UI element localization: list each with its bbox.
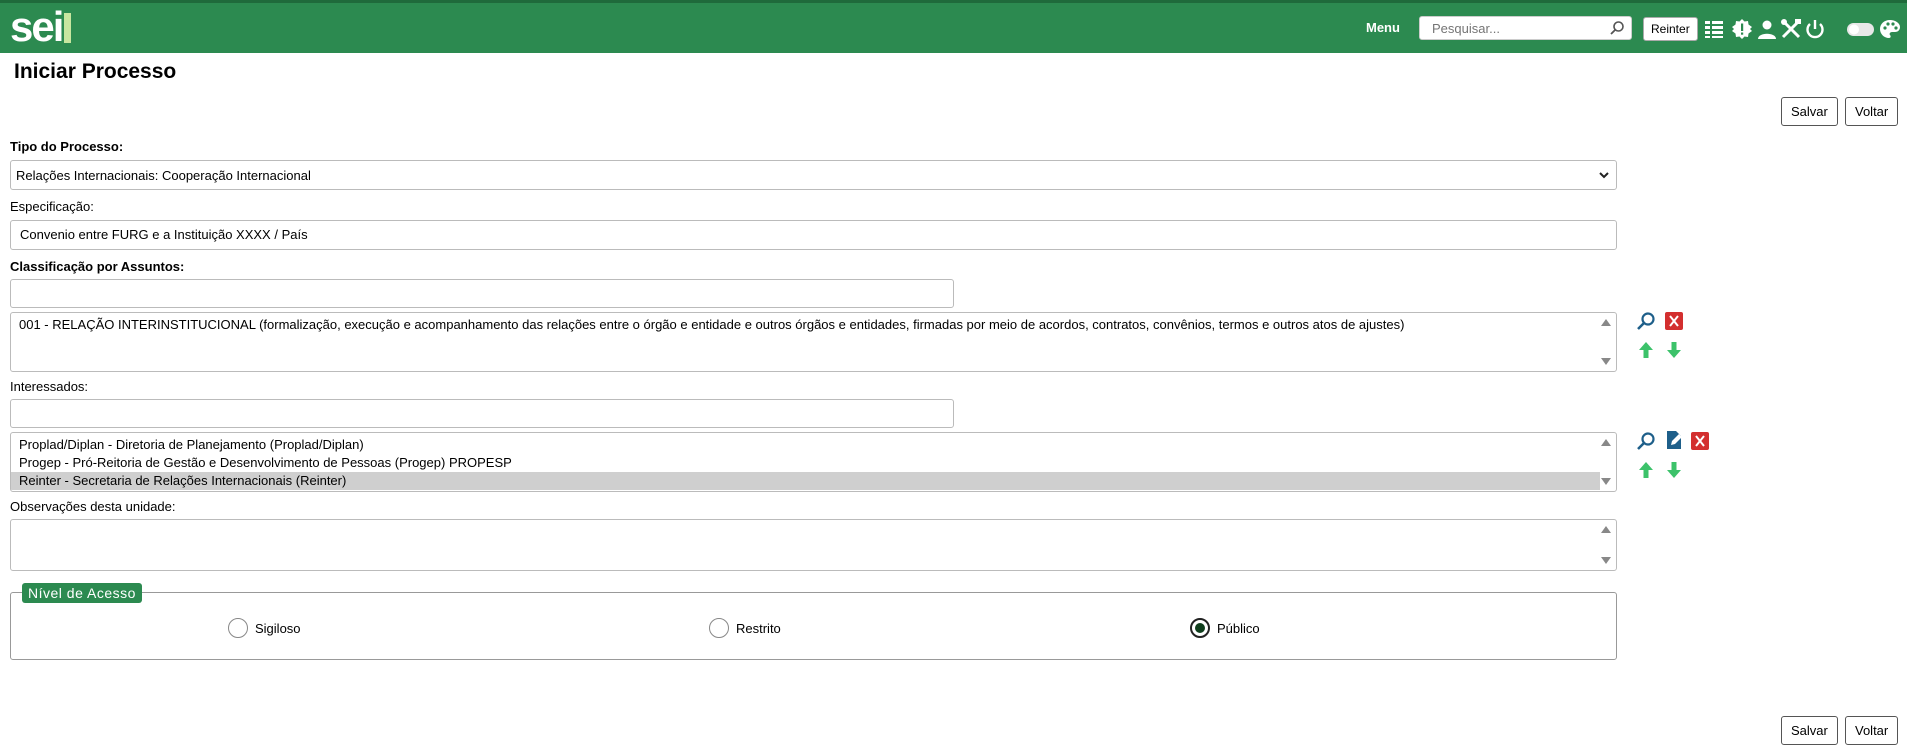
scroll-down-icon[interactable] [1601,358,1611,365]
interessados-label: Interessados: [10,379,89,394]
tipo-processo-value: Relações Internacionais: Cooperação Inte… [16,167,311,183]
list-item[interactable]: Proplad/Diplan - Diretoria de Planejamen… [19,436,1596,454]
save-button-top[interactable]: Salvar [1781,97,1838,126]
list-item-selected[interactable]: Reinter - Secretaria de Relações Interna… [11,472,1600,490]
scroll-up-icon[interactable] [1601,439,1611,446]
remove-icon[interactable] [1690,431,1710,451]
interessados-listbox[interactable]: Proplad/Diplan - Diretoria de Planejamen… [10,432,1617,492]
interessados-search-input[interactable] [10,399,954,428]
unit-selector-button[interactable]: Reinter [1643,17,1698,41]
radio-publico-label[interactable]: Público [1217,621,1260,636]
process-list-icon[interactable] [1703,18,1725,40]
search-input[interactable] [1430,17,1610,39]
theme-toggle-icon[interactable] [1846,18,1876,40]
palette-icon[interactable] [1879,18,1901,40]
move-up-icon[interactable] [1636,460,1656,480]
move-down-icon[interactable] [1664,340,1684,360]
access-level-fieldset [10,592,1617,660]
radio-sigiloso-label[interactable]: Sigiloso [255,621,301,636]
radio-restrito[interactable] [709,618,729,638]
scroll-up-icon[interactable] [1601,526,1611,533]
search-icon[interactable] [1609,20,1625,36]
logout-power-icon[interactable] [1804,18,1826,40]
user-icon[interactable] [1756,18,1778,40]
move-down-icon[interactable] [1664,460,1684,480]
back-button-bottom[interactable]: Voltar [1845,716,1899,745]
tipo-processo-label: Tipo do Processo: [10,139,124,154]
menu-link[interactable]: Menu [1366,20,1400,35]
list-item[interactable]: Progep - Pró-Reitoria de Gestão e Desenv… [19,454,1596,472]
save-button-bottom[interactable]: Salvar [1781,716,1838,745]
radio-publico[interactable] [1190,618,1210,638]
edit-contact-icon[interactable] [1664,430,1684,450]
chevron-down-icon [1599,172,1609,179]
observacoes-label: Observações desta unidade: [10,499,176,514]
scroll-down-icon[interactable] [1601,557,1611,564]
classificacao-search-input[interactable] [10,279,954,308]
search-box[interactable] [1419,16,1632,40]
alert-badge-icon[interactable] [1731,18,1753,40]
classificacao-label: Classificação por Assuntos: [10,259,185,274]
tools-icon[interactable] [1780,18,1802,40]
assuntos-listbox[interactable]: 001 - RELAÇÃO INTERINSTITUCIONAL (formal… [10,312,1617,372]
access-level-legend: Nível de Acesso [22,583,142,603]
especificacao-input[interactable]: Convenio entre FURG e a Instituição XXXX… [10,220,1617,250]
sei-logo[interactable]: sei [10,5,72,49]
radio-sigiloso[interactable] [228,618,248,638]
page-title: Iniciar Processo [14,60,177,83]
radio-restrito-label[interactable]: Restrito [736,621,781,636]
top-navbar: sei Menu Reinter [0,0,1907,53]
back-button-top[interactable]: Voltar [1845,97,1899,126]
observacoes-textarea[interactable] [10,519,1617,571]
tipo-processo-select[interactable]: Relações Internacionais: Cooperação Inte… [10,160,1617,190]
search-icon[interactable] [1636,431,1656,451]
list-item[interactable]: 001 - RELAÇÃO INTERINSTITUCIONAL (formal… [19,316,1596,334]
search-icon[interactable] [1636,311,1656,331]
scroll-down-icon[interactable] [1601,478,1611,485]
remove-icon[interactable] [1664,311,1684,331]
move-up-icon[interactable] [1636,340,1656,360]
especificacao-label: Especificação: [10,199,94,214]
scroll-up-icon[interactable] [1601,319,1611,326]
